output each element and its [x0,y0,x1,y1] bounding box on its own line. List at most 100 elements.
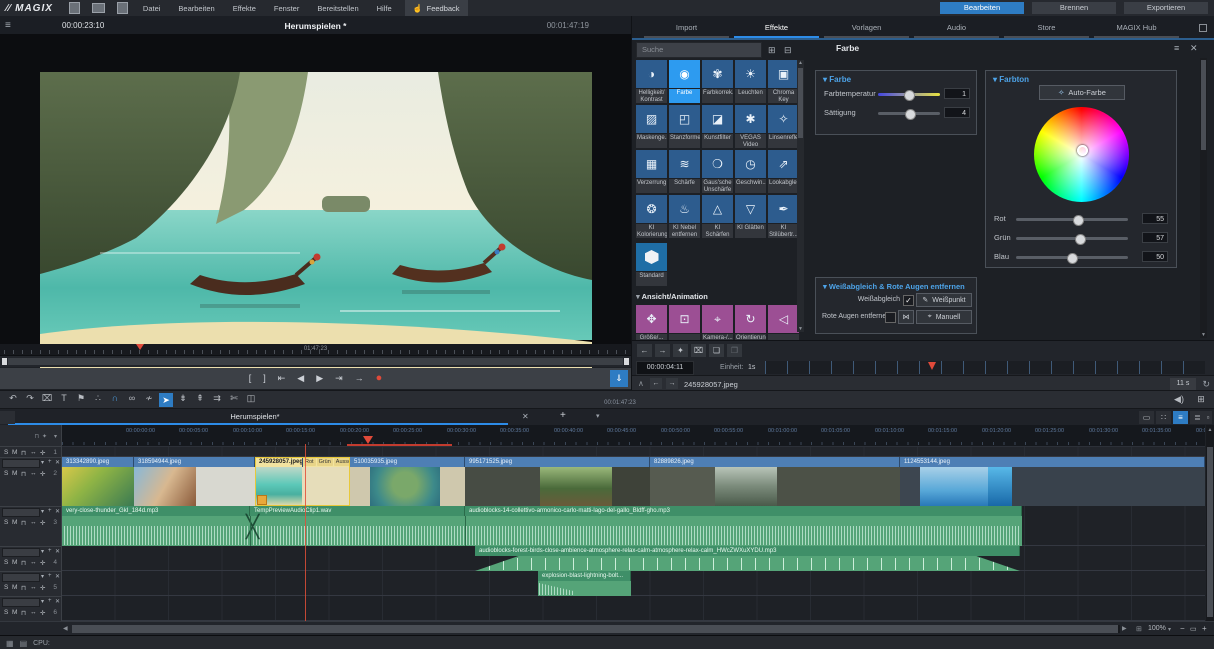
solo-button[interactable]: S [4,519,8,526]
solo-button[interactable]: S [4,584,8,591]
grid-icon[interactable]: ⊞ [1194,394,1208,405]
move-icon[interactable]: ✛ [40,519,45,527]
effect-tile[interactable]: △ KI Schärfen [702,195,733,238]
project-tab[interactable]: Herumspielen* [0,412,510,421]
mute-button[interactable]: M [12,609,17,616]
keyframe-toolbar-button[interactable]: ❏ [709,344,724,357]
track-header[interactable]: ▾ + ✕ S M ⊓ ↔ ✛ 2 [0,458,61,507]
audio-clip-titlebar[interactable]: TempPreviewAudioClip1.wav [250,506,465,516]
effect-tile[interactable]: ✱ VEGAS Video Stab... [735,105,766,148]
move-icon[interactable]: ✛ [40,609,45,617]
resize-icon[interactable]: ↔ [30,519,37,526]
slider-knob[interactable] [904,90,915,101]
lock-icon[interactable]: ⊓ [21,519,26,527]
effect-tile-standard[interactable]: Standard [636,243,667,286]
timeline-tool-icon[interactable]: ≁ [142,393,156,407]
clip-body[interactable] [612,467,650,506]
close-icon[interactable]: ✕ [55,573,60,580]
add-icon[interactable]: + [48,459,52,465]
add-icon[interactable]: + [48,508,52,514]
track-header[interactable]: ▾ + ✕ S M ⊓ ↔ ✛ 4 [0,547,61,572]
preview-video-frame[interactable] [40,72,592,374]
timeline-tool-icon[interactable]: ✄ [227,393,241,407]
track-name-field[interactable] [2,459,40,468]
scrollbar-thumb[interactable] [798,68,803,138]
effect-tile[interactable]: ◉ Farbe [669,60,700,103]
close-icon[interactable]: ✕ [55,548,60,555]
media-pool-tab[interactable]: Import [644,23,729,38]
clip-thumbnail[interactable] [196,467,255,506]
animation-tile[interactable]: ◁ [768,305,799,340]
keyframe-toolbar-button[interactable]: ← [637,344,652,357]
track-name-field[interactable] [2,508,40,517]
resize-icon[interactable]: ↔ [30,609,37,616]
clip-body[interactable] [777,467,900,506]
timeline-tool-icon[interactable]: ⌧ [40,393,54,407]
mute-button[interactable]: M [12,519,17,526]
scrollbar-thumb[interactable] [72,625,1118,633]
lock-icon[interactable]: ⊓ [34,433,39,440]
scroll-left-icon[interactable]: ◀ [63,625,68,632]
clip-thumbnail[interactable] [540,467,612,506]
clip-thumbnail[interactable] [988,467,1012,506]
effect-tag[interactable]: Ausschnitt [334,458,350,466]
save-icon[interactable] [117,2,128,14]
clip-thumbnail[interactable] [134,467,196,506]
scroll-handle-right[interactable] [624,358,629,365]
move-icon[interactable]: ✛ [40,470,45,478]
slider-value[interactable]: 4 [944,107,970,118]
zoom-fit-icon[interactable]: ▭ [1190,625,1197,633]
audio-clip-titlebar[interactable]: explosion-blast-lightning-bolt... [538,571,631,581]
timeline-tool-icon[interactable]: ➤ [159,393,173,407]
effect-tile[interactable]: ✾ Farbkorrek... [702,60,733,103]
auto-farbe-button[interactable]: ✧ Auto-Farbe [1039,85,1125,100]
color-wheel[interactable] [1034,107,1129,202]
keyframe-toolbar-button[interactable]: → [655,344,670,357]
preview-playhead-marker[interactable] [136,344,144,350]
mute-button[interactable]: M [12,559,17,566]
effect-tile[interactable]: ❍ Gaus'sche Unschärfe [702,150,733,193]
manuell-button[interactable]: ⌖Manuell [916,310,972,324]
rote-augen-checkbox[interactable] [885,312,896,323]
view-mode-mini[interactable]: ▫ [1204,411,1212,424]
effect-tile[interactable]: ◪ Kunstfilter [702,105,733,148]
detail-scrollbar[interactable]: ▼ [1200,58,1207,338]
audio-clip-titlebar[interactable]: audioblocks-forest-birds-close-ambience-… [475,546,1020,556]
view-mode-mixer[interactable]: ≣ [1190,411,1205,424]
clip-body[interactable] [1012,467,1205,506]
color-wheel-marker[interactable] [1077,145,1088,156]
view-mode-button[interactable] [0,411,15,424]
add-icon[interactable]: + [48,573,52,579]
section-header-ansicht-animation[interactable]: ▾ Ansicht/Animation [636,292,801,301]
menu-item[interactable]: Fenster [265,4,308,13]
chevron-down-icon[interactable]: ▾ [41,508,44,515]
animation-tile[interactable]: ⌖ Kamera-/... [702,305,733,340]
track-5-lane[interactable] [62,571,1205,596]
solo-button[interactable]: S [4,470,8,477]
transport-button[interactable]: ⇤ [278,372,286,385]
scrollbar-thumb[interactable] [1207,447,1213,617]
keyframe-playhead[interactable] [928,362,936,370]
effect-tile[interactable]: ▽ KI Glätten [735,195,766,238]
timeline-hscrollbar[interactable] [72,625,1120,633]
track-header[interactable]: ▾ + ✕ S M ⊓ ↔ ✛ 1 [0,447,61,458]
grid-view-icon[interactable]: ⊞ [768,45,776,56]
transport-button[interactable]: ] [263,372,266,385]
resize-icon[interactable]: ↔ [30,584,37,591]
mode-button[interactable]: Exportieren [1124,2,1208,14]
media-pool-tab[interactable]: Effekte [734,23,819,38]
add-icon[interactable]: + [48,548,52,554]
effect-tile[interactable]: ▨ Maskenge... [636,105,667,148]
menu-item[interactable]: Hilfe [368,4,401,13]
transport-button[interactable]: ● [376,372,383,385]
effect-tile[interactable]: ♨ KI Nebel entfernen [669,195,700,238]
close-tab-icon[interactable]: ✕ [522,412,529,421]
slider-value[interactable]: 57 [1142,232,1168,243]
mute-button[interactable]: M [12,584,17,591]
preview-seek-ruler[interactable]: 01:47:23 [0,344,631,356]
effects-search-field[interactable]: Suche [636,42,762,58]
farbe-group-title[interactable]: ▾ Farbe [816,71,976,84]
video-clip-titlebar[interactable]: 510035935.jpeg [350,457,465,467]
slider-track[interactable] [1016,218,1128,221]
timeline-tool-icon[interactable]: ↶ [6,393,20,407]
